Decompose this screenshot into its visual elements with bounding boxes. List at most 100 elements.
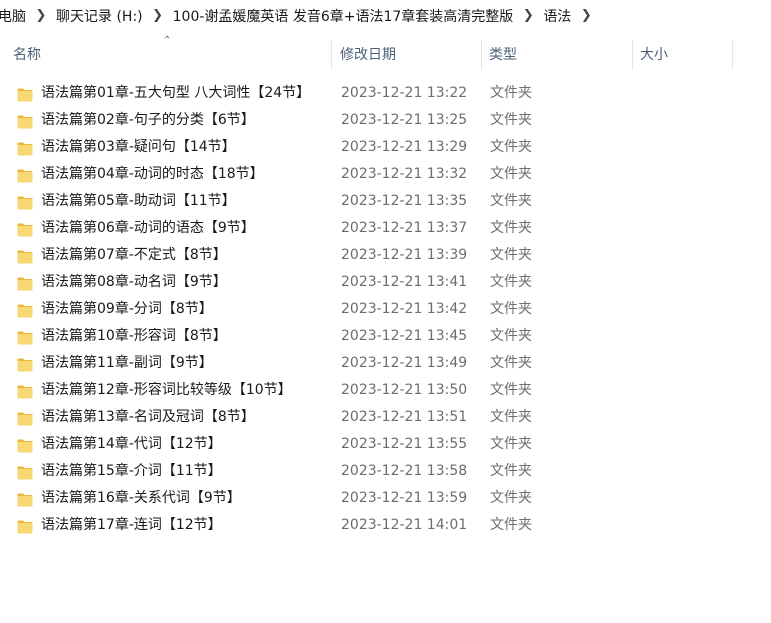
file-name: 语法篇第05章-助动词【11节】 [41,193,236,209]
column-divider[interactable] [632,40,633,70]
file-name: 语法篇第13章-名词及冠词【8节】 [41,409,255,425]
file-name: 语法篇第15章-介词【11节】 [41,463,222,479]
table-row[interactable]: 语法篇第02章-句子的分类【6节】 2023-12-21 13:25 文件夹 [0,107,771,134]
column-header-bar: ⌃ 名称 修改日期 类型 大小 [0,35,771,72]
file-name: 语法篇第10章-形容词【8节】 [41,328,227,344]
column-header-name[interactable]: 名称 [13,38,41,72]
file-list: 语法篇第01章-五大句型 八大词性【24节】 2023-12-21 13:22 文件… [0,80,771,539]
table-row[interactable]: 语法篇第03章-疑问句【14节】 2023-12-21 13:29 文件夹 [0,134,771,161]
chevron-right-icon[interactable]: ❯ [33,8,49,23]
file-type: 文件夹 [490,139,532,155]
table-row[interactable]: 语法篇第01章-五大句型 八大词性【24节】 2023-12-21 13:22 文件… [0,80,771,107]
file-modified-date: 2023-12-21 13:25 [341,112,468,128]
folder-icon [17,355,33,372]
file-name: 语法篇第11章-副词【9节】 [41,355,213,371]
file-type: 文件夹 [490,112,532,128]
chevron-right-icon[interactable]: ❯ [578,8,594,23]
column-header-modified[interactable]: 修改日期 [340,38,396,72]
table-row[interactable]: 语法篇第14章-代词【12节】 2023-12-21 13:55 文件夹 [0,431,771,458]
folder-icon [17,193,33,210]
file-modified-date: 2023-12-21 13:32 [341,166,468,182]
table-row[interactable]: 语法篇第12章-形容词比较等级【10节】 2023-12-21 13:50 文件夹 [0,377,771,404]
table-row[interactable]: 语法篇第07章-不定式【8节】 2023-12-21 13:39 文件夹 [0,242,771,269]
table-row[interactable]: 语法篇第04章-动词的时态【18节】 2023-12-21 13:32 文件夹 [0,161,771,188]
file-type: 文件夹 [490,355,532,371]
column-divider[interactable] [732,40,733,70]
folder-icon [17,274,33,291]
file-type: 文件夹 [490,166,532,182]
file-type: 文件夹 [490,463,532,479]
file-modified-date: 2023-12-21 13:22 [341,85,468,101]
folder-icon [17,490,33,507]
folder-icon [17,139,33,156]
file-modified-date: 2023-12-21 13:35 [341,193,468,209]
folder-icon [17,517,33,534]
table-row[interactable]: 语法篇第11章-副词【9节】 2023-12-21 13:49 文件夹 [0,350,771,377]
breadcrumb-item-drive[interactable]: 聊天记录 (H:) [52,6,147,26]
file-modified-date: 2023-12-21 13:37 [341,220,468,236]
file-modified-date: 2023-12-21 13:45 [341,328,468,344]
file-type: 文件夹 [490,409,532,425]
column-divider[interactable] [481,40,482,70]
folder-icon [17,166,33,183]
file-modified-date: 2023-12-21 13:55 [341,436,468,452]
file-modified-date: 2023-12-21 13:39 [341,247,468,263]
file-name: 语法篇第16章-关系代词【9节】 [41,490,241,506]
folder-icon [17,436,33,453]
table-row[interactable]: 语法篇第08章-动名词【9节】 2023-12-21 13:41 文件夹 [0,269,771,296]
file-type: 文件夹 [490,220,532,236]
file-explorer-window: 电脑 ❯ 聊天记录 (H:) ❯ 100-谢孟媛魔英语 发音6章+语法17章套装… [0,0,771,623]
file-name: 语法篇第01章-五大句型 八大词性【24节】 [41,85,311,101]
breadcrumb-item-course-folder[interactable]: 100-谢孟媛魔英语 发音6章+语法17章套装高清完整版 [169,6,518,26]
file-modified-date: 2023-12-21 14:01 [341,517,468,533]
breadcrumb-item-grammar[interactable]: 语法 [539,6,575,26]
file-name: 语法篇第07章-不定式【8节】 [41,247,227,263]
file-type: 文件夹 [490,301,532,317]
file-type: 文件夹 [490,274,532,290]
file-name: 语法篇第14章-代词【12节】 [41,436,222,452]
table-row[interactable]: 语法篇第05章-助动词【11节】 2023-12-21 13:35 文件夹 [0,188,771,215]
folder-icon [17,463,33,480]
table-row[interactable]: 语法篇第13章-名词及冠词【8节】 2023-12-21 13:51 文件夹 [0,404,771,431]
file-modified-date: 2023-12-21 13:41 [341,274,468,290]
file-type: 文件夹 [490,490,532,506]
table-row[interactable]: 语法篇第06章-动词的语态【9节】 2023-12-21 13:37 文件夹 [0,215,771,242]
file-name: 语法篇第06章-动词的语态【9节】 [41,220,255,236]
file-modified-date: 2023-12-21 13:59 [341,490,468,506]
file-name: 语法篇第17章-连词【12节】 [41,517,222,533]
folder-icon [17,247,33,264]
column-header-size[interactable]: 大小 [640,38,668,72]
file-modified-date: 2023-12-21 13:49 [341,355,468,371]
folder-icon [17,382,33,399]
file-name: 语法篇第09章-分词【8节】 [41,301,213,317]
file-name: 语法篇第08章-动名词【9节】 [41,274,227,290]
file-type: 文件夹 [490,382,532,398]
folder-icon [17,301,33,318]
file-name: 语法篇第04章-动词的时态【18节】 [41,166,264,182]
breadcrumb: 电脑 ❯ 聊天记录 (H:) ❯ 100-谢孟媛魔英语 发音6章+语法17章套装… [0,0,597,31]
chevron-right-icon[interactable]: ❯ [150,8,166,23]
folder-icon [17,409,33,426]
folder-icon [17,220,33,237]
table-row[interactable]: 语法篇第16章-关系代词【9节】 2023-12-21 13:59 文件夹 [0,485,771,512]
file-type: 文件夹 [490,517,532,533]
table-row[interactable]: 语法篇第17章-连词【12节】 2023-12-21 14:01 文件夹 [0,512,771,539]
column-header-type[interactable]: 类型 [489,38,517,72]
folder-icon [17,112,33,129]
folder-icon [17,85,33,102]
chevron-right-icon[interactable]: ❯ [520,8,536,23]
file-name: 语法篇第12章-形容词比较等级【10节】 [41,382,292,398]
file-modified-date: 2023-12-21 13:50 [341,382,468,398]
sort-ascending-icon: ⌃ [163,35,172,46]
file-modified-date: 2023-12-21 13:29 [341,139,468,155]
file-type: 文件夹 [490,193,532,209]
file-modified-date: 2023-12-21 13:58 [341,463,468,479]
column-divider[interactable] [331,40,332,70]
file-type: 文件夹 [490,85,532,101]
table-row[interactable]: 语法篇第10章-形容词【8节】 2023-12-21 13:45 文件夹 [0,323,771,350]
table-row[interactable]: 语法篇第15章-介词【11节】 2023-12-21 13:58 文件夹 [0,458,771,485]
breadcrumb-item-computer[interactable]: 电脑 [0,6,30,26]
file-name: 语法篇第03章-疑问句【14节】 [41,139,236,155]
file-type: 文件夹 [490,328,532,344]
table-row[interactable]: 语法篇第09章-分词【8节】 2023-12-21 13:42 文件夹 [0,296,771,323]
